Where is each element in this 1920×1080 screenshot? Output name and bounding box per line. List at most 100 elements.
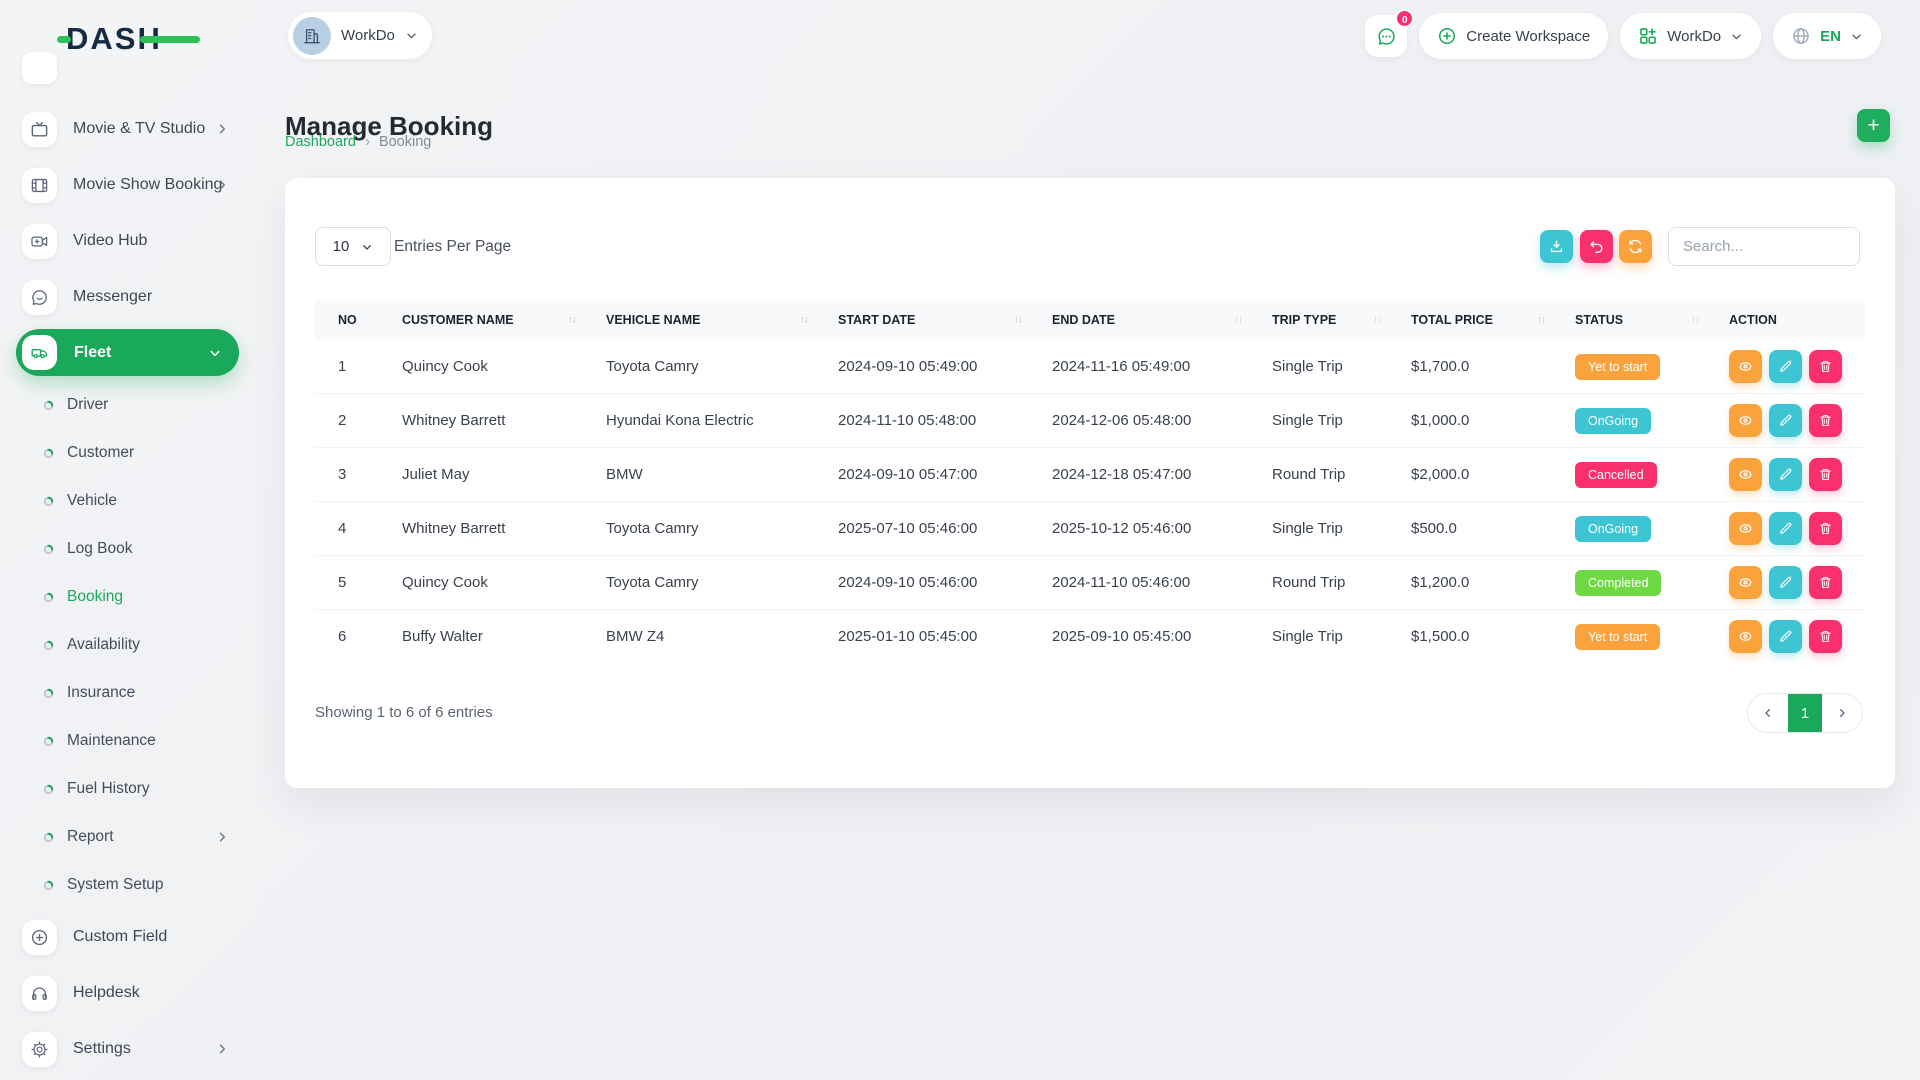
view-button[interactable]	[1729, 566, 1762, 599]
edit-button[interactable]	[1769, 350, 1802, 383]
cell-status: Completed	[1552, 556, 1706, 610]
cell-vehicle-name: Toyota Camry	[583, 556, 815, 610]
bullet-progress-icon	[43, 880, 54, 891]
breadcrumb-current: Booking	[379, 134, 431, 150]
cell-customer-name: Juliet May	[379, 448, 583, 502]
view-button[interactable]	[1729, 458, 1762, 491]
sidebar-item-movie-tv-studio[interactable]: Movie & TV Studio	[0, 101, 285, 157]
sidebar-item-booking[interactable]: Booking	[0, 573, 285, 621]
download-button[interactable]	[1540, 230, 1573, 263]
column-label: END DATE	[1052, 313, 1115, 327]
previous-page-button[interactable]	[1748, 694, 1788, 732]
delete-button[interactable]	[1809, 350, 1842, 383]
next-page-button[interactable]	[1822, 694, 1862, 732]
chevron-right-icon	[215, 178, 229, 192]
messages-button[interactable]: 0	[1365, 15, 1407, 57]
pencil-icon	[1778, 521, 1793, 536]
view-button[interactable]	[1729, 404, 1762, 437]
cell-customer-name: Quincy Cook	[379, 340, 583, 394]
pencil-icon	[1778, 575, 1793, 590]
refresh-button[interactable]	[1619, 230, 1652, 263]
sidebar-item-label: Insurance	[67, 684, 135, 702]
workdo-dropdown[interactable]: WorkDo	[1620, 13, 1761, 59]
sidebar-item-system-setup[interactable]: System Setup	[0, 861, 285, 909]
sort-icon[interactable]: ↑↓	[568, 315, 576, 326]
sidebar-item-movie-show-booking[interactable]: Movie Show Booking	[0, 157, 285, 213]
bullet-progress-icon	[43, 448, 54, 459]
edit-button[interactable]	[1769, 458, 1802, 491]
cell-trip-type: Single Trip	[1249, 394, 1388, 448]
sort-icon[interactable]: ↑↓	[1373, 315, 1381, 326]
sidebar-item-availability[interactable]: Availability	[0, 621, 285, 669]
workspace-selector[interactable]: WorkDo	[288, 12, 432, 59]
sort-icon[interactable]: ↑↓	[1537, 315, 1545, 326]
page-number-active[interactable]: 1	[1788, 694, 1822, 732]
column-header-customer-name[interactable]: CUSTOMER NAME↑↓	[379, 300, 583, 340]
sidebar-item-fuel-history[interactable]: Fuel History	[0, 765, 285, 813]
sidebar-item-fleet[interactable]: Fleet	[16, 329, 239, 376]
sidebar-item-settings[interactable]: Settings	[0, 1021, 285, 1077]
sidebar-item-helpdesk[interactable]: Helpdesk	[0, 965, 285, 1021]
delete-button[interactable]	[1809, 620, 1842, 653]
sort-icon[interactable]: ↑↓	[1014, 315, 1022, 326]
column-header-trip-type[interactable]: TRIP TYPE↑↓	[1249, 300, 1388, 340]
cell-action	[1706, 502, 1865, 556]
undo-button[interactable]	[1580, 230, 1613, 263]
sidebar-item-customer[interactable]: Customer	[0, 429, 285, 477]
entries-per-page-select[interactable]: 10	[315, 227, 391, 266]
sidebar-item-log-book[interactable]: Log Book	[0, 525, 285, 573]
sidebar-menu: Movie & TV Studio Movie Show Booking Vid…	[0, 101, 285, 1077]
sidebar-item-vehicle[interactable]: Vehicle	[0, 477, 285, 525]
add-booking-button[interactable]: +	[1857, 109, 1890, 142]
edit-button[interactable]	[1769, 566, 1802, 599]
delete-button[interactable]	[1809, 404, 1842, 437]
cell-start-date: 2024-09-10 05:49:00	[815, 340, 1029, 394]
sidebar-item-video-hub[interactable]: Video Hub	[0, 213, 285, 269]
edit-button[interactable]	[1769, 512, 1802, 545]
cell-customer-name: Quincy Cook	[379, 556, 583, 610]
sidebar-item-messenger[interactable]: Messenger	[0, 269, 285, 325]
cell-action	[1706, 340, 1865, 394]
column-header-total-price[interactable]: TOTAL PRICE↑↓	[1388, 300, 1552, 340]
sidebar-item-label: Video Hub	[73, 232, 147, 250]
table-header: NOCUSTOMER NAME↑↓VEHICLE NAME↑↓START DAT…	[315, 300, 1865, 340]
view-button[interactable]	[1729, 512, 1762, 545]
sort-icon[interactable]: ↑↓	[800, 315, 808, 326]
sort-icon[interactable]: ↑↓	[1234, 315, 1242, 326]
delete-button[interactable]	[1809, 566, 1842, 599]
chevron-down-icon	[361, 241, 373, 253]
sidebar-item-driver[interactable]: Driver	[0, 381, 285, 429]
create-workspace-button[interactable]: Create Workspace	[1419, 13, 1608, 59]
sidebar-item-custom-field[interactable]: Custom Field	[0, 909, 285, 965]
sidebar-item-label: Movie Show Booking	[73, 176, 222, 194]
cell-vehicle-name: BMW	[583, 448, 815, 502]
edit-button[interactable]	[1769, 620, 1802, 653]
booking-table: NOCUSTOMER NAME↑↓VEHICLE NAME↑↓START DAT…	[315, 300, 1865, 663]
language-dropdown[interactable]: EN	[1773, 13, 1881, 59]
column-header-end-date[interactable]: END DATE ↑↓	[1029, 300, 1249, 340]
view-button[interactable]	[1729, 620, 1762, 653]
chevron-down-icon	[405, 29, 418, 42]
sidebar-item-label: System Setup	[67, 876, 164, 894]
search-input[interactable]	[1668, 227, 1860, 266]
video-camera-icon	[30, 232, 49, 251]
column-header-start-date[interactable]: START DATE↑↓	[815, 300, 1029, 340]
column-header-status[interactable]: STATUS↑↓	[1552, 300, 1706, 340]
column-header-vehicle-name[interactable]: VEHICLE NAME↑↓	[583, 300, 815, 340]
table-row: 4 Whitney Barrett Toyota Camry 2025-07-1…	[315, 502, 1865, 556]
sidebar-item-report[interactable]: Report	[0, 813, 285, 861]
delete-button[interactable]	[1809, 458, 1842, 491]
edit-button[interactable]	[1769, 404, 1802, 437]
delete-button[interactable]	[1809, 512, 1842, 545]
showing-entries-text: Showing 1 to 6 of 6 entries	[315, 704, 493, 721]
download-icon	[1548, 238, 1565, 255]
sidebar-item-maintenance[interactable]: Maintenance	[0, 717, 285, 765]
sort-icon[interactable]: ↑↓	[1691, 315, 1699, 326]
breadcrumb: Dashboard › Booking	[285, 133, 431, 150]
breadcrumb-dashboard-link[interactable]: Dashboard	[285, 134, 356, 150]
sidebar-item-insurance[interactable]: Insurance	[0, 669, 285, 717]
cell-total-price: $1,000.0	[1388, 394, 1552, 448]
cell-total-price: $1,200.0	[1388, 556, 1552, 610]
view-button[interactable]	[1729, 350, 1762, 383]
gear-icon	[30, 1040, 49, 1059]
